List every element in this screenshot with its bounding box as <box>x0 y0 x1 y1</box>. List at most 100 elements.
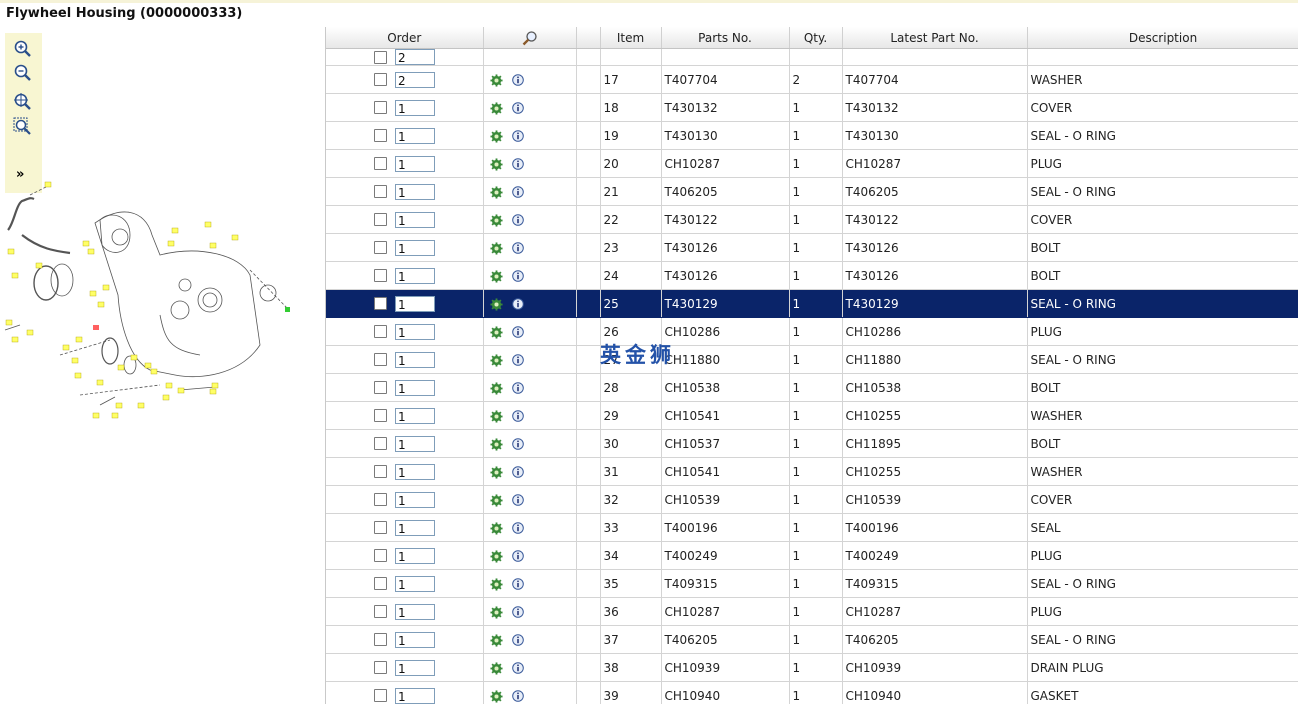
info-icon[interactable] <box>511 410 524 422</box>
info-icon[interactable] <box>511 522 524 534</box>
table-row[interactable]: 1 28 CH10538 1 CH10538 BOLT <box>326 373 1298 402</box>
gear-icon[interactable] <box>489 129 503 143</box>
exploded-parts-diagram[interactable] <box>0 175 300 425</box>
order-checkbox[interactable] <box>374 185 387 198</box>
info-icon[interactable] <box>511 158 524 170</box>
order-qty-input[interactable]: 1 <box>395 323 435 340</box>
info-icon[interactable] <box>511 186 524 198</box>
gear-icon[interactable] <box>489 101 503 115</box>
gear-icon[interactable] <box>489 241 503 255</box>
order-checkbox[interactable] <box>374 325 387 338</box>
order-qty-input[interactable]: 1 <box>395 127 435 144</box>
info-icon[interactable] <box>511 494 524 506</box>
order-qty-input[interactable]: 1 <box>395 407 435 424</box>
order-checkbox[interactable] <box>374 661 387 674</box>
order-checkbox[interactable] <box>374 297 387 310</box>
gear-icon[interactable] <box>489 661 503 675</box>
table-row[interactable]: 1 39 CH10940 1 CH10940 GASKET <box>326 681 1298 704</box>
info-icon[interactable] <box>511 326 524 338</box>
order-qty-input[interactable]: 1 <box>395 435 435 452</box>
info-icon[interactable] <box>511 74 524 86</box>
info-icon[interactable] <box>511 690 524 702</box>
gear-icon[interactable] <box>489 325 503 339</box>
order-qty-input[interactable]: 1 <box>395 351 435 368</box>
info-icon[interactable] <box>511 662 524 674</box>
order-qty-input[interactable]: 1 <box>395 631 435 648</box>
order-checkbox[interactable] <box>374 605 387 618</box>
order-checkbox[interactable] <box>374 353 387 366</box>
order-checkbox[interactable] <box>374 157 387 170</box>
table-row[interactable]: 1 27 CH11880 1 CH11880 SEAL - O RING <box>326 345 1298 374</box>
table-row[interactable]: 1 26 CH10286 1 CH10286 PLUG <box>326 317 1298 346</box>
table-row[interactable]: 1 36 CH10287 1 CH10287 PLUG <box>326 597 1298 626</box>
col-search[interactable] <box>483 27 577 49</box>
table-row[interactable]: 1 25 T430129 1 T430129 SEAL - O RING <box>326 289 1298 318</box>
order-checkbox[interactable] <box>374 689 387 702</box>
order-qty-input[interactable]: 1 <box>395 99 435 116</box>
zoom-out-icon[interactable] <box>13 63 33 83</box>
gear-icon[interactable] <box>489 409 503 423</box>
table-row[interactable]: 1 35 T409315 1 T409315 SEAL - O RING <box>326 569 1298 598</box>
order-qty-input[interactable]: 1 <box>395 687 435 704</box>
order-qty-input[interactable]: 1 <box>395 379 435 396</box>
gear-icon[interactable] <box>489 549 503 563</box>
gear-icon[interactable] <box>489 605 503 619</box>
order-checkbox[interactable] <box>374 213 387 226</box>
order-qty-input[interactable]: 1 <box>395 575 435 592</box>
table-row[interactable]: 1 19 T430130 1 T430130 SEAL - O RING <box>326 121 1298 150</box>
gear-icon[interactable] <box>489 577 503 591</box>
col-order[interactable]: Order <box>326 27 484 49</box>
gear-icon[interactable] <box>489 297 503 311</box>
gear-icon[interactable] <box>489 465 503 479</box>
info-icon[interactable] <box>511 606 524 618</box>
zoom-window-icon[interactable] <box>13 117 33 137</box>
gear-icon[interactable] <box>489 185 503 199</box>
order-checkbox[interactable] <box>374 129 387 142</box>
table-row[interactable]: 1 24 T430126 1 T430126 BOLT <box>326 261 1298 290</box>
gear-icon[interactable] <box>489 269 503 283</box>
info-icon[interactable] <box>511 270 524 282</box>
gear-icon[interactable] <box>489 437 503 451</box>
col-latest-part-no[interactable]: Latest Part No. <box>842 27 1028 49</box>
table-row[interactable]: 1 31 CH10541 1 CH10255 WASHER <box>326 457 1298 486</box>
info-icon[interactable] <box>511 298 524 310</box>
order-checkbox[interactable] <box>374 409 387 422</box>
order-checkbox[interactable] <box>374 577 387 590</box>
info-icon[interactable] <box>511 382 524 394</box>
table-row[interactable]: 1 37 T406205 1 T406205 SEAL - O RING <box>326 625 1298 654</box>
col-parts-no[interactable]: Parts No. <box>661 27 790 49</box>
zoom-extents-icon[interactable] <box>13 92 33 112</box>
order-qty-input[interactable]: 1 <box>395 155 435 172</box>
info-icon[interactable] <box>511 578 524 590</box>
order-checkbox[interactable] <box>374 101 387 114</box>
magnifier-icon[interactable] <box>522 30 538 46</box>
info-icon[interactable] <box>511 550 524 562</box>
zoom-in-icon[interactable] <box>13 39 33 59</box>
info-icon[interactable] <box>511 438 524 450</box>
gear-icon[interactable] <box>489 633 503 647</box>
table-row[interactable]: 1 21 T406205 1 T406205 SEAL - O RING <box>326 177 1298 206</box>
table-row[interactable]: 1 29 CH10541 1 CH10255 WASHER <box>326 401 1298 430</box>
info-icon[interactable] <box>511 466 524 478</box>
info-icon[interactable] <box>511 214 524 226</box>
info-icon[interactable] <box>511 354 524 366</box>
info-icon[interactable] <box>511 634 524 646</box>
gear-icon[interactable] <box>489 689 503 703</box>
order-qty-input[interactable]: 1 <box>395 659 435 676</box>
gear-icon[interactable] <box>489 381 503 395</box>
order-qty-input[interactable]: 2 <box>395 71 435 88</box>
table-row[interactable]: 1 32 CH10539 1 CH10539 COVER <box>326 485 1298 514</box>
gear-icon[interactable] <box>489 157 503 171</box>
info-icon[interactable] <box>511 130 524 142</box>
table-row[interactable]: 1 30 CH10537 1 CH11895 BOLT <box>326 429 1298 458</box>
order-qty-input[interactable]: 1 <box>395 491 435 508</box>
order-qty-input[interactable]: 1 <box>395 239 435 256</box>
table-row[interactable]: 1 33 T400196 1 T400196 SEAL <box>326 513 1298 542</box>
col-item[interactable]: Item <box>600 27 662 49</box>
order-qty-input[interactable]: 1 <box>395 183 435 200</box>
order-qty-input[interactable]: 1 <box>395 519 435 536</box>
order-qty-input[interactable]: 1 <box>395 603 435 620</box>
order-checkbox[interactable] <box>374 521 387 534</box>
order-checkbox[interactable] <box>374 465 387 478</box>
table-row[interactable]: 1 38 CH10939 1 CH10939 DRAIN PLUG <box>326 653 1298 682</box>
